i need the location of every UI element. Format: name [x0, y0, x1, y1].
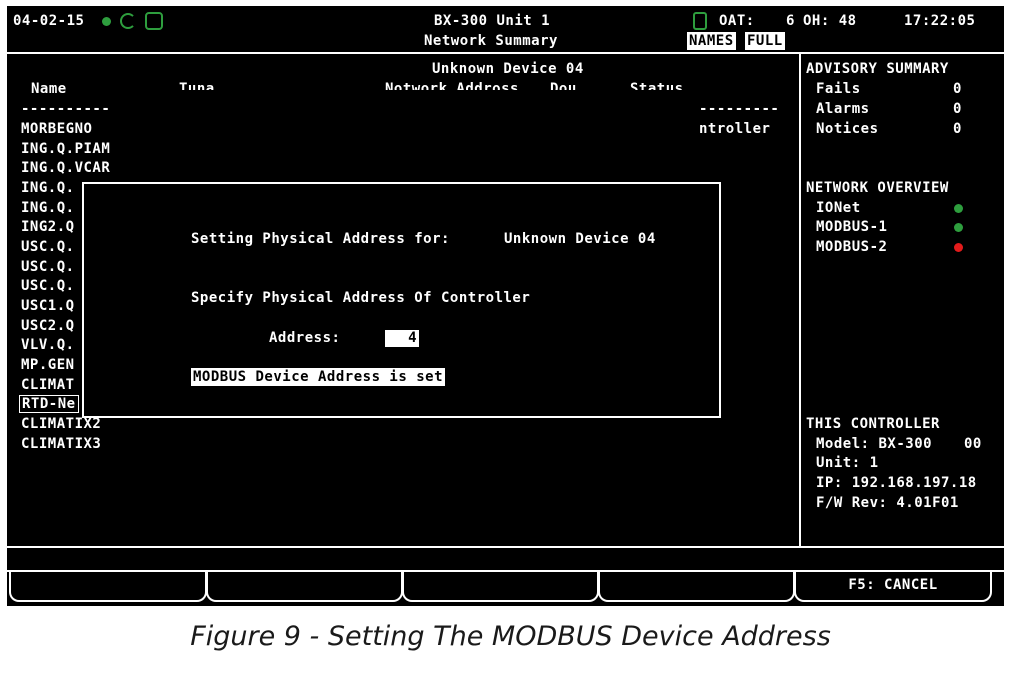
- device-row[interactable]: CLIMATIX3: [21, 435, 101, 453]
- oh-label: OH: 48: [803, 13, 857, 29]
- device-row[interactable]: USC2.Q: [21, 317, 75, 335]
- refresh-icon: [120, 13, 136, 29]
- controller-firmware: F/W Rev: 4.01F01: [816, 495, 959, 511]
- column-header-rev: Dou: [550, 81, 577, 90]
- status-led-icon: [102, 17, 111, 26]
- lock-icon: [693, 12, 707, 30]
- oat-label: OAT:: [719, 13, 755, 29]
- column-header-type: Tuna: [179, 81, 215, 90]
- column-headers-clipped: Tuna Notwork Addross Dou Status: [7, 80, 797, 90]
- device-row[interactable]: ING.Q.PIAM: [21, 140, 110, 158]
- advisory-fails-label: Fails: [816, 81, 861, 97]
- controller-title: THIS CONTROLLER: [806, 416, 940, 432]
- status-ok-icon: [954, 204, 963, 213]
- device-row[interactable]: ING.Q.VCAR: [21, 159, 110, 177]
- softkey-f2[interactable]: [206, 572, 403, 602]
- device-row[interactable]: USC.Q.: [21, 277, 75, 295]
- softkey-f4[interactable]: [598, 572, 795, 602]
- advisory-alarms-label: Alarms: [816, 101, 870, 117]
- controller-unit: Unit: 1: [816, 455, 879, 471]
- figure-caption: Figure 9 - Setting The MODBUS Device Add…: [190, 621, 831, 652]
- device-row-selected[interactable]: RTD-Ne: [19, 395, 79, 413]
- footer-divider: [7, 546, 1004, 548]
- softkey-f5-cancel[interactable]: F5: CANCEL: [794, 572, 992, 602]
- softkey-f3[interactable]: [402, 572, 599, 602]
- device-row[interactable]: ING2.Q: [21, 218, 75, 236]
- network-modbus1-label[interactable]: MODBUS-1: [816, 218, 887, 236]
- address-input[interactable]: 4: [385, 330, 419, 347]
- controller-model-code: 00: [964, 436, 982, 452]
- device-screen: 04-02-15 BX-300 Unit 1 Network Summary O…: [7, 6, 1004, 606]
- column-header-network-address: Notwork Addross: [385, 81, 519, 90]
- full-toggle[interactable]: FULL: [745, 32, 785, 50]
- device-row[interactable]: MP.GEN: [21, 356, 75, 374]
- advisory-alarms-count: 0: [953, 101, 962, 117]
- network-modbus2-label[interactable]: MODBUS-2: [816, 238, 887, 256]
- names-toggle[interactable]: NAMES: [687, 32, 736, 50]
- device-row[interactable]: MORBEGNO: [21, 120, 92, 138]
- device-row[interactable]: ING.Q.: [21, 199, 75, 217]
- screen-title: Network Summary: [424, 33, 558, 49]
- address-label: Address:: [269, 330, 341, 346]
- advisory-title: ADVISORY SUMMARY: [806, 61, 949, 77]
- status-message: MODBUS Device Address is set: [191, 368, 446, 386]
- advisory-notices-label: Notices: [816, 121, 879, 137]
- advisory-fails-count: 0: [953, 81, 962, 97]
- device-row[interactable]: USC.Q.: [21, 238, 75, 256]
- oat-value: 6: [786, 13, 795, 29]
- device-row[interactable]: ING.Q.: [21, 179, 75, 197]
- controller-ip: IP: 192.168.197.18: [816, 475, 977, 491]
- softkey-f1[interactable]: [9, 572, 207, 602]
- specify-address-label: Specify Physical Address Of Controller: [191, 290, 531, 306]
- setting-address-label: Setting Physical Address for:: [191, 231, 450, 247]
- network-overview-title: NETWORK OVERVIEW: [806, 180, 949, 196]
- battery-icon: [145, 12, 163, 30]
- column-header-status: Status: [630, 81, 684, 90]
- network-ionet-label[interactable]: IONet: [816, 199, 861, 217]
- name-column-rule: ----------: [21, 101, 111, 117]
- sidebar-divider: [799, 52, 801, 546]
- controller-model: Model: BX-300: [816, 436, 933, 452]
- device-row[interactable]: USC1.Q: [21, 297, 75, 315]
- header-divider: [7, 52, 1004, 54]
- status-ok-icon: [954, 223, 963, 232]
- top-status-bar: 04-02-15 BX-300 Unit 1 Network Summary O…: [7, 6, 1004, 54]
- device-row[interactable]: VLV.Q.: [21, 336, 75, 354]
- device-row[interactable]: USC.Q.: [21, 258, 75, 276]
- clock: 17:22:05: [904, 13, 976, 29]
- advisory-notices-count: 0: [953, 121, 962, 137]
- status-column-rule: ---------: [699, 101, 780, 117]
- dialog-device-name: Unknown Device 04: [504, 231, 656, 247]
- date-display: 04-02-15: [13, 13, 85, 29]
- status-cell: ntroller: [699, 121, 771, 137]
- status-fault-icon: [954, 243, 963, 252]
- softkey-f5-label: F5: CANCEL: [848, 577, 938, 593]
- device-title: Unknown Device 04: [432, 61, 584, 77]
- device-row[interactable]: CLIMAT: [21, 376, 75, 394]
- unit-title: BX-300 Unit 1: [434, 13, 551, 29]
